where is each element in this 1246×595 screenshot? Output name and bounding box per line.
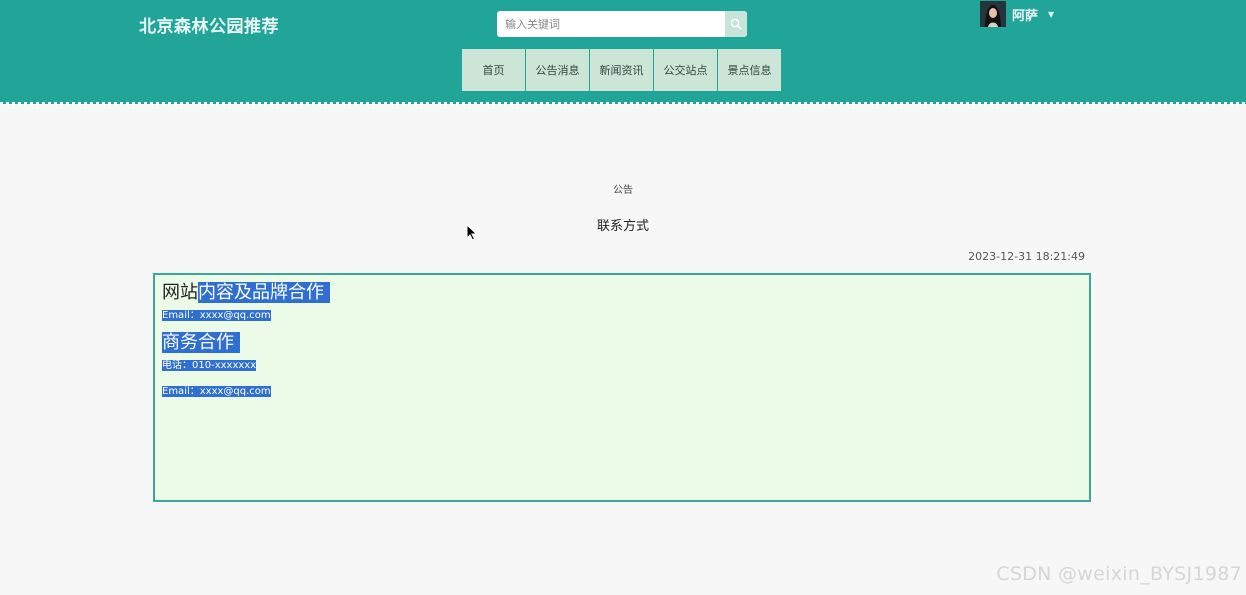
article-timestamp: 2023-12-31 18:21:49 <box>968 250 1085 263</box>
header-dashed-border <box>0 102 1246 105</box>
content-heading-2: 商务合作 <box>162 332 234 353</box>
content-email-2: Email：xxxx@qq.com <box>162 386 271 397</box>
top-header: 北京森林公园推荐 阿萨 ▼ 首页 公告消息 新闻资讯 公交站点 景点信息 <box>0 0 1246 104</box>
section-label: 公告 <box>613 185 633 196</box>
chevron-down-icon[interactable]: ▼ <box>1048 10 1054 19</box>
avatar-image <box>980 1 1006 27</box>
site-title[interactable]: 北京森林公园推荐 <box>139 12 279 37</box>
search-input[interactable] <box>497 11 725 37</box>
search-box <box>497 11 747 37</box>
content-heading-1: 网站内容及品牌合作 <box>162 281 1082 305</box>
content-phone: 电话：010-xxxxxxx <box>162 360 257 371</box>
nav-item-announcements[interactable]: 公告消息 <box>526 49 589 91</box>
nav-item-bus-stops[interactable]: 公交站点 <box>654 49 717 91</box>
heading-1-highlighted: 内容及品牌合作 <box>198 282 324 303</box>
search-icon <box>730 18 742 30</box>
nav-item-attractions[interactable]: 景点信息 <box>718 49 781 91</box>
search-button[interactable] <box>725 11 747 37</box>
heading-1-plain: 网站 <box>162 282 198 303</box>
article-content: 网站内容及品牌合作 Email：xxxx@qq.com 商务合作 电话：010-… <box>153 273 1091 502</box>
user-name[interactable]: 阿萨 <box>1012 5 1038 24</box>
nav-item-news[interactable]: 新闻资讯 <box>590 49 653 91</box>
article-title: 联系方式 <box>596 219 649 234</box>
user-menu[interactable]: 阿萨 ▼ <box>980 0 1054 28</box>
main-nav: 首页 公告消息 新闻资讯 公交站点 景点信息 <box>462 49 781 91</box>
nav-item-home[interactable]: 首页 <box>462 49 525 91</box>
mouse-cursor-icon <box>466 223 478 245</box>
avatar[interactable] <box>980 1 1006 27</box>
watermark: CSDN @weixin_BYSJ1987 <box>996 563 1242 585</box>
content-email-1: Email：xxxx@qq.com <box>162 310 271 321</box>
